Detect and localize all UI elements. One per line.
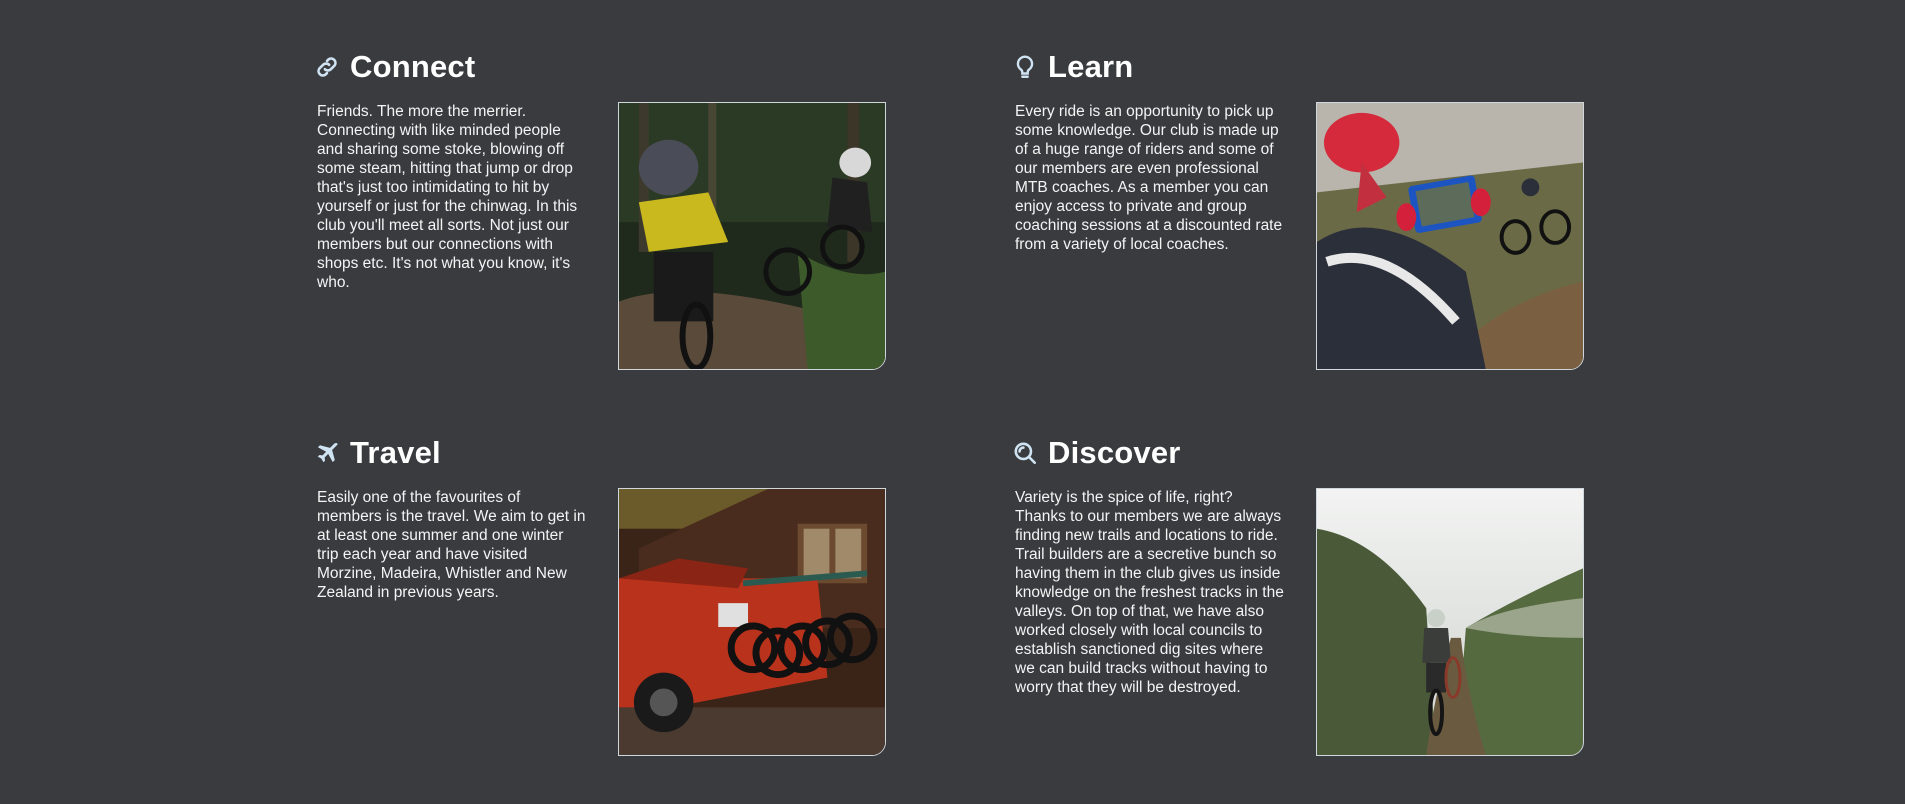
section-description: Variety is the spice of life, right? Tha… bbox=[1015, 489, 1284, 696]
section-photo bbox=[618, 102, 886, 370]
search-icon bbox=[1012, 440, 1038, 466]
section-description: Easily one of the favourites of members … bbox=[317, 489, 586, 601]
lightbulb-icon bbox=[1012, 54, 1038, 80]
section-description: Friends. The more the merrier. Connectin… bbox=[317, 103, 578, 291]
section-photo bbox=[1316, 102, 1584, 370]
link-icon bbox=[314, 54, 340, 80]
section-title: Discover bbox=[1048, 435, 1181, 470]
section-description: Every ride is an opportunity to pick up … bbox=[1015, 103, 1283, 253]
section-heading: Learn bbox=[1012, 46, 1582, 88]
section-learn: Learn Every ride is an opportunity to pi… bbox=[1012, 46, 1584, 376]
section-photo bbox=[618, 488, 886, 756]
section-travel: Travel Easily one of the favourites of m… bbox=[314, 432, 886, 762]
section-heading: Connect bbox=[314, 46, 884, 88]
section-heading: Discover bbox=[1012, 432, 1582, 474]
section-title: Travel bbox=[350, 435, 441, 470]
section-discover: Discover Variety is the spice of life, r… bbox=[1012, 432, 1584, 762]
features-page: Connect Friends. The more the merrier. C… bbox=[0, 0, 1905, 804]
section-connect: Connect Friends. The more the merrier. C… bbox=[314, 46, 886, 376]
section-photo bbox=[1316, 488, 1584, 756]
section-heading: Travel bbox=[314, 432, 884, 474]
section-title: Connect bbox=[350, 49, 476, 84]
plane-icon bbox=[314, 440, 340, 466]
section-title: Learn bbox=[1048, 49, 1134, 84]
